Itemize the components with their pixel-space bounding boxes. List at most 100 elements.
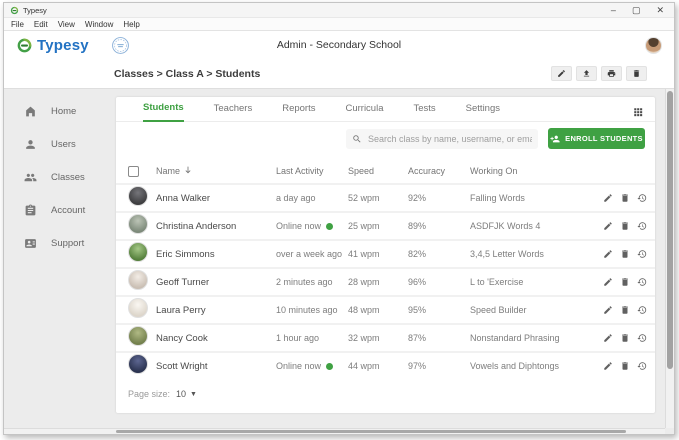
column-last-activity[interactable]: Last Activity xyxy=(276,166,348,176)
typesy-logo-icon xyxy=(10,6,19,15)
delete-student-button[interactable] xyxy=(620,221,630,231)
menu-edit[interactable]: Edit xyxy=(34,20,48,29)
history-button[interactable] xyxy=(637,305,647,315)
close-button[interactable]: ✕ xyxy=(656,6,664,15)
table-row[interactable]: Geoff Turner 2 minutes ago 28 wpm 96% L … xyxy=(116,267,655,295)
student-working-on: Falling Words xyxy=(470,193,589,203)
last-activity: 1 hour ago xyxy=(276,333,319,343)
menu-help[interactable]: Help xyxy=(123,20,139,29)
tab-settings[interactable]: Settings xyxy=(466,103,500,121)
page-size-dropdown[interactable]: 10 ▼ xyxy=(176,389,197,399)
edit-student-button[interactable] xyxy=(603,305,613,315)
sort-down-icon[interactable] xyxy=(183,165,193,177)
table-row[interactable]: Christina Anderson Online now 25 wpm 89%… xyxy=(116,211,655,239)
tab-tests[interactable]: Tests xyxy=(413,103,435,121)
table-row[interactable]: Eric Simmons over a week ago 41 wpm 82% … xyxy=(116,239,655,267)
menu-view[interactable]: View xyxy=(58,20,75,29)
vertical-scrollbar-thumb[interactable] xyxy=(667,91,673,369)
edit-class-button[interactable] xyxy=(551,66,572,81)
delete-student-button[interactable] xyxy=(620,333,630,343)
student-name: Anna Walker xyxy=(156,193,276,204)
pencil-icon xyxy=(603,361,613,371)
app-body: Home Users Classes Account Support xyxy=(4,89,674,434)
print-button[interactable] xyxy=(601,66,622,81)
delete-student-button[interactable] xyxy=(620,305,630,315)
column-working-on[interactable]: Working On xyxy=(470,166,589,176)
edit-student-button[interactable] xyxy=(603,221,613,231)
minimize-button[interactable]: – xyxy=(611,6,616,15)
sidebar-item-label: Support xyxy=(51,238,84,249)
enroll-students-button[interactable]: ENROLL STUDENTS xyxy=(548,128,645,149)
upload-button[interactable] xyxy=(576,66,597,81)
pencil-icon xyxy=(557,69,566,78)
sidebar-item-users[interactable]: Users xyxy=(4,128,104,161)
edit-student-button[interactable] xyxy=(603,361,613,371)
student-working-on: Vowels and Diphtongs xyxy=(470,361,589,371)
history-icon xyxy=(637,249,647,259)
tab-bar: Students Teachers Reports Curricula Test… xyxy=(116,97,655,122)
delete-class-button[interactable] xyxy=(626,66,647,81)
history-button[interactable] xyxy=(637,277,647,287)
search-input[interactable] xyxy=(368,134,532,144)
trash-icon xyxy=(620,249,630,259)
history-icon xyxy=(637,305,647,315)
table-row[interactable]: Anna Walker a day ago 52 wpm 92% Falling… xyxy=(116,183,655,211)
certification-badge-icon xyxy=(111,36,130,55)
sidebar-item-classes[interactable]: Classes xyxy=(4,161,104,194)
history-button[interactable] xyxy=(637,249,647,259)
sidebar-item-home[interactable]: Home xyxy=(4,95,104,128)
edit-student-button[interactable] xyxy=(603,277,613,287)
grid-view-button[interactable] xyxy=(633,104,643,114)
column-accuracy[interactable]: Accuracy xyxy=(408,166,470,176)
history-button[interactable] xyxy=(637,361,647,371)
search-icon xyxy=(352,134,362,144)
history-button[interactable] xyxy=(637,193,647,203)
person-add-icon xyxy=(550,134,560,144)
table-row[interactable]: Scott Wright Online now 44 wpm 97% Vowel… xyxy=(116,351,655,379)
table-row[interactable]: Nancy Cook 1 hour ago 32 wpm 87% Nonstan… xyxy=(116,323,655,351)
maximize-button[interactable]: ▢ xyxy=(632,6,641,15)
upload-icon xyxy=(582,69,591,78)
delete-student-button[interactable] xyxy=(620,277,630,287)
history-button[interactable] xyxy=(637,221,647,231)
menu-file[interactable]: File xyxy=(11,20,24,29)
sidebar-item-label: Users xyxy=(51,139,76,150)
sidebar-item-label: Account xyxy=(51,205,85,216)
history-icon xyxy=(637,361,647,371)
delete-student-button[interactable] xyxy=(620,249,630,259)
tab-students[interactable]: Students xyxy=(143,102,184,122)
typesy-logo-icon xyxy=(16,37,33,54)
class-actions xyxy=(551,66,647,81)
pencil-icon xyxy=(603,249,613,259)
breadcrumb[interactable]: Classes > Class A > Students xyxy=(114,68,260,80)
delete-student-button[interactable] xyxy=(620,361,630,371)
select-all-checkbox[interactable] xyxy=(128,166,139,177)
tab-reports[interactable]: Reports xyxy=(282,103,315,121)
delete-student-button[interactable] xyxy=(620,193,630,203)
table-row[interactable]: Laura Perry 10 minutes ago 48 wpm 95% Sp… xyxy=(116,295,655,323)
sidebar-item-account[interactable]: Account xyxy=(4,194,104,227)
student-working-on: Speed Builder xyxy=(470,305,589,315)
edit-student-button[interactable] xyxy=(603,193,613,203)
menu-window[interactable]: Window xyxy=(85,20,113,29)
avatar xyxy=(128,298,148,318)
column-speed[interactable]: Speed xyxy=(348,166,408,176)
printer-icon xyxy=(607,69,616,78)
column-name[interactable]: Name xyxy=(156,166,180,176)
page-size-label: Page size: xyxy=(128,389,170,399)
contact-card-icon xyxy=(24,237,37,250)
search-box xyxy=(346,129,538,149)
student-name: Eric Simmons xyxy=(156,249,276,260)
student-accuracy: 89% xyxy=(408,221,470,231)
os-titlebar: Typesy – ▢ ✕ xyxy=(4,3,674,18)
edit-student-button[interactable] xyxy=(603,333,613,343)
edit-student-button[interactable] xyxy=(603,249,613,259)
sidebar-item-support[interactable]: Support xyxy=(4,227,104,260)
student-accuracy: 87% xyxy=(408,333,470,343)
user-avatar[interactable] xyxy=(645,37,662,54)
tab-teachers[interactable]: Teachers xyxy=(214,103,253,121)
student-speed: 52 wpm xyxy=(348,193,408,203)
tab-curricula[interactable]: Curricula xyxy=(345,103,383,121)
history-button[interactable] xyxy=(637,333,647,343)
horizontal-scrollbar-thumb[interactable] xyxy=(116,430,626,433)
